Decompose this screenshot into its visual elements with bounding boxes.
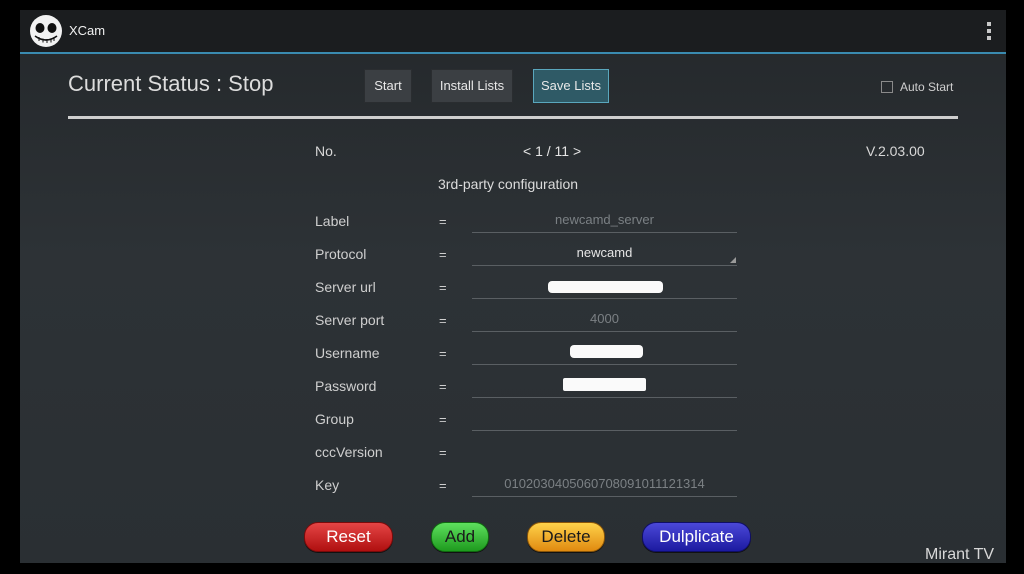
start-button[interactable]: Start	[364, 69, 412, 103]
separator: =	[439, 280, 447, 295]
add-button[interactable]: Add	[431, 522, 489, 552]
protocol-value: newcamd	[576, 245, 633, 260]
redaction-mark	[548, 281, 663, 293]
redaction-mark	[570, 345, 643, 358]
separator: =	[439, 445, 447, 460]
reset-button[interactable]: Reset	[304, 522, 393, 552]
action-bar: XCam	[20, 10, 1006, 54]
separator: =	[439, 346, 447, 361]
group-input[interactable]	[472, 408, 737, 431]
key-field-label: Key	[315, 477, 340, 493]
save-lists-button[interactable]: Save Lists	[533, 69, 609, 103]
server-url-field-label: Server url	[315, 279, 376, 295]
auto-start-label: Auto Start	[900, 80, 954, 94]
overflow-menu-icon[interactable]	[986, 22, 992, 42]
group-field-label: Group	[315, 411, 354, 427]
watermark: Mirant TV	[925, 546, 995, 563]
separator: =	[439, 412, 447, 427]
install-lists-button[interactable]: Install Lists	[431, 69, 513, 103]
protocol-field-label: Protocol	[315, 246, 367, 262]
dropdown-icon	[730, 257, 736, 263]
checkbox-box[interactable]	[881, 81, 893, 93]
server-port-input[interactable]: 4000	[472, 309, 737, 332]
separator: =	[439, 379, 447, 394]
separator: =	[439, 478, 447, 493]
section-title: 3rd-party configuration	[438, 176, 579, 192]
ccc-version-field-label: cccVersion	[315, 444, 383, 460]
key-input[interactable]: 0102030405060708091011121314	[472, 474, 737, 497]
label-field-label: Label	[315, 213, 350, 229]
app-title: XCam	[69, 23, 106, 38]
separator: =	[439, 214, 447, 229]
app-screen: XCam Current Status : Stop Start Install…	[20, 10, 1006, 563]
delete-button[interactable]: Delete	[527, 522, 605, 552]
entry-number-label: No.	[315, 143, 337, 159]
username-field-label: Username	[315, 345, 380, 361]
protocol-select[interactable]: newcamd	[472, 243, 737, 266]
label-input[interactable]: newcamd_server	[472, 210, 737, 233]
password-field-label: Password	[315, 378, 377, 394]
skull-app-icon	[30, 15, 62, 47]
entry-pager[interactable]: < 1 / 11 >	[523, 143, 581, 159]
header-divider	[68, 116, 958, 119]
redaction-mark	[563, 378, 646, 391]
current-status: Current Status : Stop	[68, 71, 274, 96]
auto-start-checkbox[interactable]: Auto Start	[881, 80, 953, 94]
separator: =	[439, 247, 447, 262]
separator: =	[439, 313, 447, 328]
server-port-field-label: Server port	[315, 312, 385, 328]
version-label: V.2.03.00	[866, 143, 925, 159]
duplicate-button[interactable]: Dulplicate	[642, 522, 751, 552]
